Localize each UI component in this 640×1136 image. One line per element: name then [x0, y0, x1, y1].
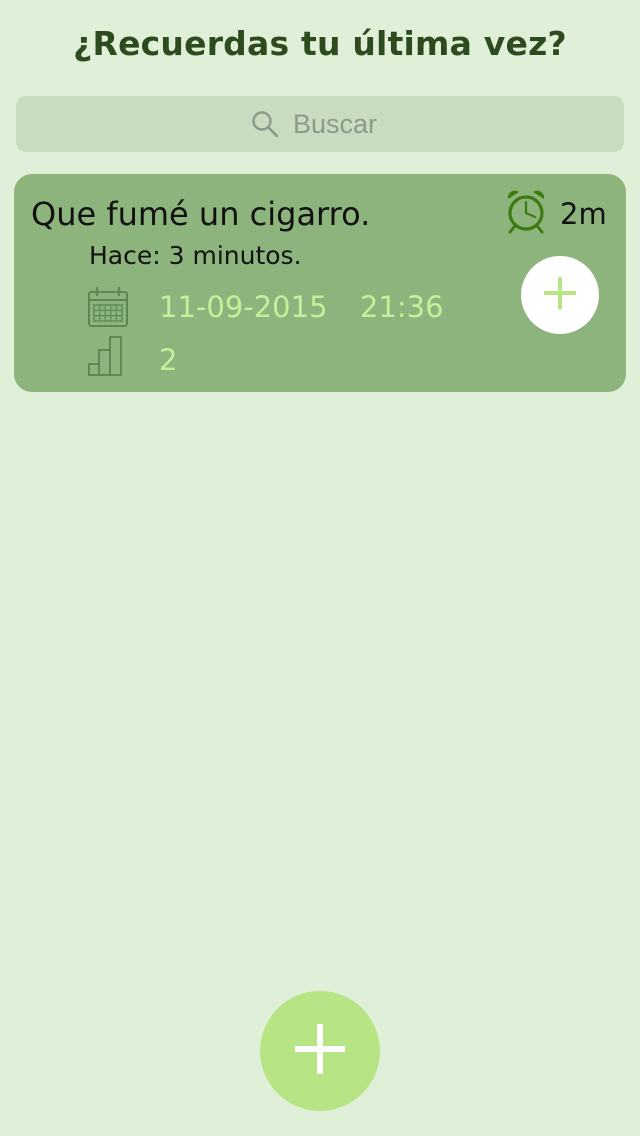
entry-count: 2	[159, 343, 178, 377]
plus-icon	[293, 1022, 347, 1081]
search-bar[interactable]	[16, 96, 624, 152]
calendar-icon	[87, 286, 129, 328]
entry-date: 11-09-2015	[159, 290, 328, 324]
entry-card[interactable]: Que fumé un cigarro. Hace: 3 minutos. 2m	[14, 174, 626, 392]
plus-icon	[542, 275, 578, 316]
entry-add-button[interactable]	[521, 256, 599, 334]
page-title: ¿Recuerdas tu última vez?	[73, 24, 567, 63]
alarm-clock-icon	[504, 188, 548, 234]
entry-elapsed-description: Hace: 3 minutos.	[89, 241, 302, 270]
add-entry-fab[interactable]	[260, 991, 380, 1111]
entry-title: Que fumé un cigarro.	[31, 195, 371, 233]
bar-chart-icon	[87, 334, 129, 376]
search-input[interactable]	[293, 108, 389, 140]
search-icon	[251, 110, 279, 138]
entry-time: 21:36	[360, 290, 444, 324]
elapsed-badge: 2m	[560, 197, 607, 231]
